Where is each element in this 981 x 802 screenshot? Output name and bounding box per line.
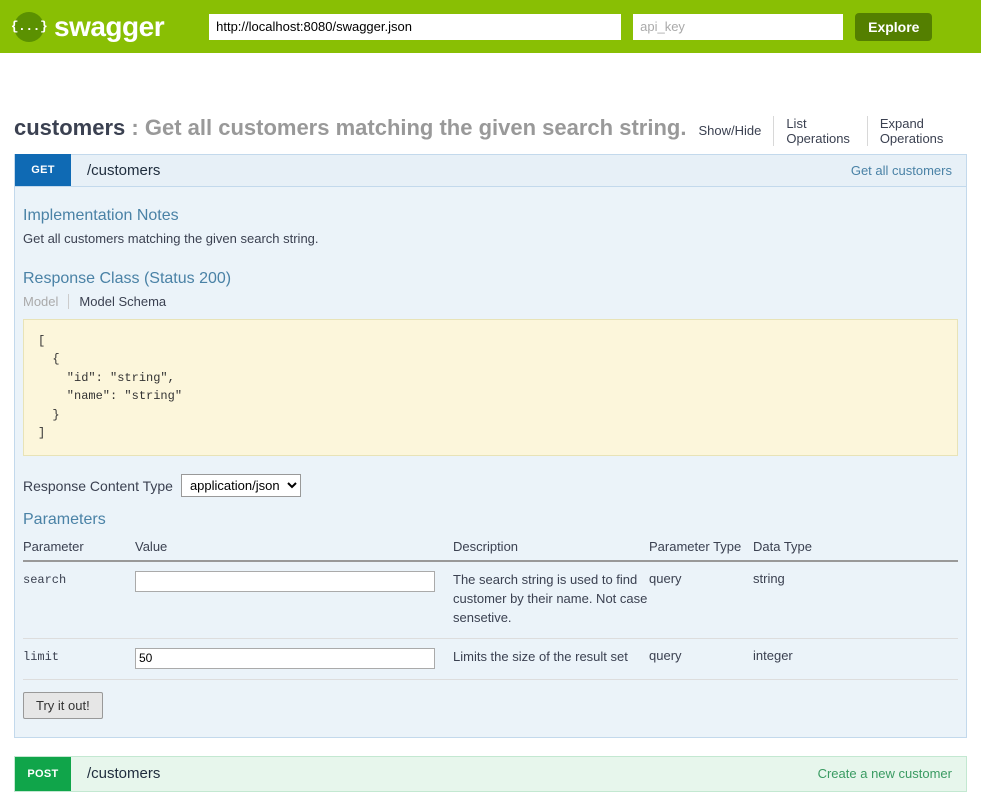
parameters-table: Parameter Value Description Parameter Ty… [23, 535, 958, 680]
param-name: limit [23, 638, 135, 680]
swagger-logo-text: swagger [54, 10, 165, 42]
param-data-type: string [753, 561, 958, 639]
model-schema-code[interactable]: [ { "id": "string", "name": "string" } ] [23, 318, 958, 457]
param-type: query [649, 638, 753, 680]
implementation-notes-heading: Implementation Notes [23, 206, 179, 224]
header-data-type: Data Type [753, 535, 958, 563]
show-hide-link[interactable]: Show/Hide [686, 123, 773, 138]
expand-operations-link[interactable]: Expand Operations [866, 115, 967, 146]
topbar-form: Explore [209, 12, 933, 41]
parameters-heading: Parameters [23, 511, 106, 529]
operation-content: Implementation Notes Get all customers m… [15, 187, 966, 737]
operation-get-customers: GET /customers Get all customers Impleme… [14, 153, 967, 738]
tab-model-schema[interactable]: Model Schema [68, 293, 176, 309]
operation-header[interactable]: POST /customers Create a new customer [15, 756, 966, 791]
submit-row: Try it out! [23, 680, 958, 719]
explore-button[interactable]: Explore [855, 12, 933, 41]
param-data-type: integer [753, 638, 958, 680]
tab-model[interactable]: Model [23, 294, 68, 309]
http-method-badge: POST [15, 756, 71, 791]
response-content-type-label: Response Content Type [23, 477, 173, 494]
param-type: query [649, 561, 753, 639]
page-title: customers : Get all customers matching t… [14, 115, 686, 141]
param-search-input[interactable] [135, 571, 435, 593]
param-description: Limits the size of the result set [453, 638, 649, 680]
table-header-row: Parameter Value Description Parameter Ty… [23, 535, 958, 563]
page-body: customers : Get all customers matching t… [0, 53, 981, 792]
param-name: search [23, 561, 135, 639]
header-description: Description [453, 535, 649, 563]
operation-header[interactable]: GET /customers Get all customers [15, 154, 966, 187]
resource-name[interactable]: customers [14, 115, 125, 140]
resource-options: Show/Hide List Operations Expand Operati… [686, 115, 967, 146]
operation-path: /customers [87, 161, 161, 179]
topbar: {...} swagger Explore [0, 0, 981, 53]
param-value-cell [135, 638, 453, 680]
list-operations-link[interactable]: List Operations [773, 115, 866, 146]
resource-description: Get all customers matching the given sea… [144, 115, 687, 140]
response-content-type-select[interactable]: application/json [180, 474, 301, 498]
operation-path: /customers [87, 765, 161, 783]
model-tabs: Model Model Schema [23, 293, 958, 309]
param-description: The search string is used to find custom… [453, 561, 649, 639]
table-row: search The search string is used to find… [23, 561, 958, 639]
api-key-input[interactable] [633, 13, 844, 40]
param-value-cell [135, 561, 453, 639]
param-limit-input[interactable] [135, 647, 435, 669]
operation-summary[interactable]: Create a new customer [818, 766, 966, 781]
header-parameter-type: Parameter Type [649, 535, 753, 563]
try-it-out-button[interactable]: Try it out! [23, 691, 103, 719]
resource-header: customers : Get all customers matching t… [14, 53, 967, 154]
table-row: limit Limits the size of the result set … [23, 638, 958, 680]
http-method-badge: GET [15, 154, 71, 186]
operation-post-customers: POST /customers Create a new customer [14, 755, 967, 792]
response-content-type-row: Response Content Type application/json [23, 474, 958, 498]
operation-summary[interactable]: Get all customers [851, 163, 966, 178]
resource-title-separator: : [125, 115, 145, 140]
header-value: Value [135, 535, 453, 563]
implementation-notes-text: Get all customers matching the given sea… [23, 230, 319, 246]
swagger-logo[interactable]: {...} swagger [11, 10, 165, 43]
spec-url-input[interactable] [209, 13, 622, 40]
response-class-heading: Response Class (Status 200) [23, 269, 232, 287]
swagger-brace-icon: {...} [11, 11, 48, 42]
header-parameter: Parameter [23, 535, 135, 563]
